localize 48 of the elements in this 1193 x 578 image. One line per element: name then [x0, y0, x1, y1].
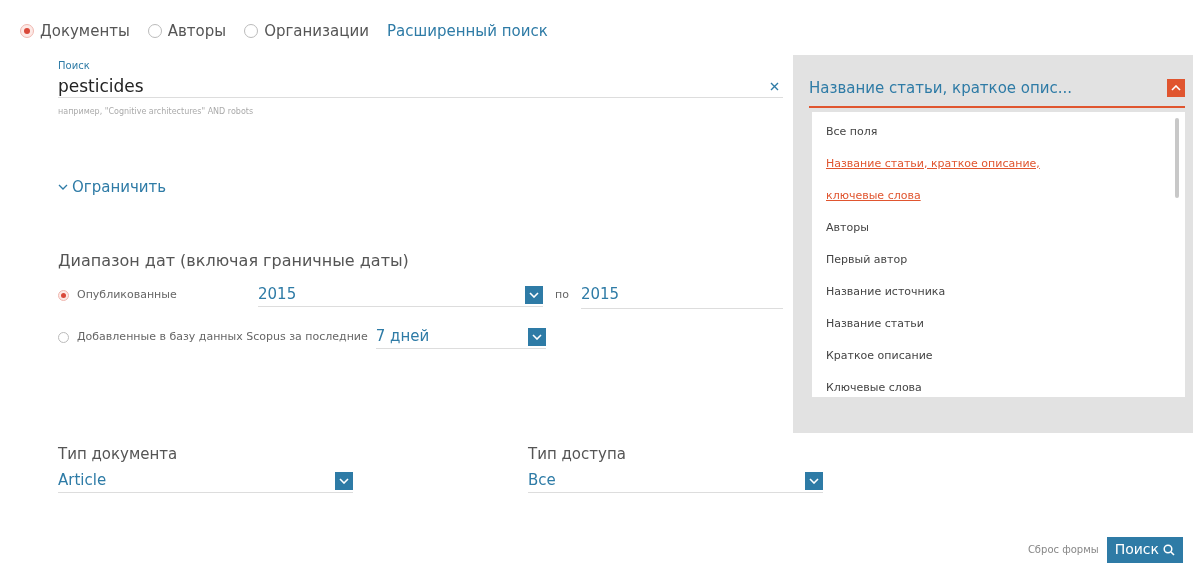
scrollbar[interactable]	[1175, 117, 1179, 198]
hint-text: например, "Cognitive architectures" AND robots	[58, 106, 255, 118]
radio-label[interactable]: Организации	[264, 19, 369, 43]
advanced-search-link[interactable]: Расширенный поиск	[387, 19, 548, 43]
caret-icon	[1171, 85, 1181, 92]
to-label: по	[555, 287, 569, 304]
dropdown-option[interactable]: Название источника	[826, 275, 1066, 308]
dropdown-button[interactable]	[525, 286, 543, 304]
year-from-select[interactable]: 2015	[258, 284, 543, 307]
caret-icon	[339, 477, 349, 484]
dropdown-option[interactable]: Название статьи, краткое описание, ключевые слова	[826, 147, 1066, 212]
radio-label[interactable]: Опубликованные	[77, 287, 177, 304]
radio-button[interactable]	[244, 24, 259, 38]
field-label: Поиск	[58, 61, 90, 71]
access-type-select[interactable]: Все	[528, 469, 823, 493]
search-button[interactable]: Поиск	[1106, 536, 1183, 563]
radio-label[interactable]: Авторы	[167, 19, 227, 43]
limit-toggle[interactable]: Ограничить	[58, 176, 167, 199]
dropdown-button[interactable]	[527, 328, 546, 346]
dropdown-option[interactable]: Авторы	[826, 211, 1066, 244]
search-field[interactable]: Поиск pesticides	[58, 55, 783, 98]
caret-icon	[531, 334, 542, 340]
period-select[interactable]: 7 дней	[375, 326, 546, 349]
radio-label[interactable]: Добавленные в базу данных Scopus за последние	[77, 329, 368, 346]
field-select[interactable]: Название статьи, краткое опис...	[809, 77, 1185, 108]
radio-button[interactable]	[147, 24, 162, 38]
dropdown-option[interactable]: Краткое описание	[826, 339, 1066, 372]
section-title: Диапазон дат (включая граничные даты)	[58, 249, 410, 272]
dropdown-option[interactable]: Все поля	[826, 115, 1066, 148]
caret-icon	[529, 292, 539, 298]
field-label: Тип документа	[58, 444, 179, 465]
search-icon	[1163, 543, 1175, 556]
radio-button[interactable]	[58, 332, 69, 343]
close-icon[interactable]	[770, 82, 779, 91]
dropdown-option[interactable]: Ключевые слова	[826, 371, 1066, 404]
dropdown-button[interactable]	[805, 471, 823, 490]
dropdown-option[interactable]: Первый автор	[826, 243, 1066, 276]
field-label: Тип доступа	[528, 444, 627, 465]
radio-button[interactable]	[20, 24, 34, 38]
radio-label[interactable]: Документы	[40, 19, 130, 43]
dropdown-option[interactable]: Название статьи	[826, 307, 1066, 340]
year-to-select[interactable]: 2015	[580, 282, 783, 309]
dropdown-button[interactable]	[335, 471, 353, 490]
reset-link[interactable]: Сброс формы	[1027, 542, 1099, 557]
caret-icon	[809, 477, 819, 484]
collapse-button[interactable]	[1167, 79, 1185, 98]
radio-button[interactable]	[58, 290, 69, 301]
document-type-select[interactable]: Article	[58, 469, 353, 493]
